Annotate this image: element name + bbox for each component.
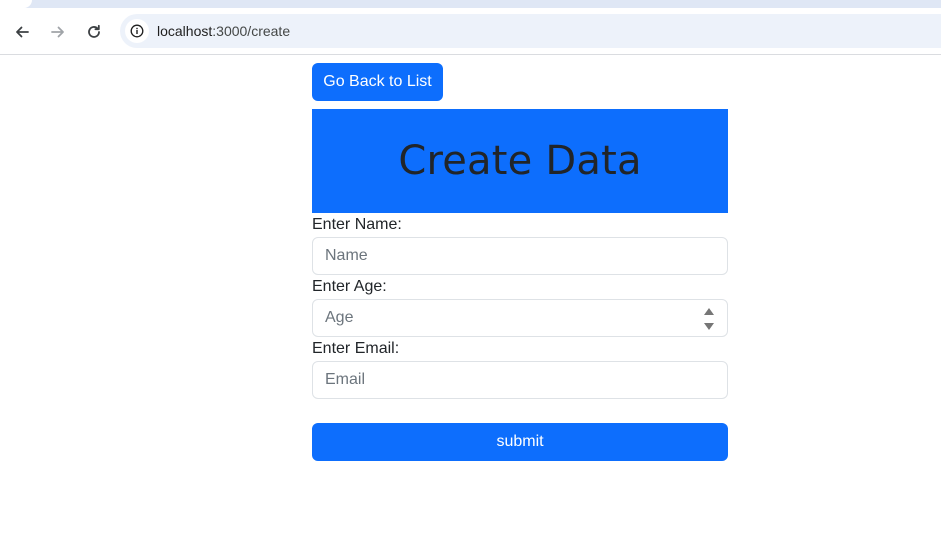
page-header-banner: Create Data: [312, 109, 728, 213]
email-label: Enter Email:: [312, 340, 400, 357]
go-back-button[interactable]: Go Back to List: [312, 63, 443, 101]
browser-toolbar: localhost:3000/create: [0, 8, 941, 55]
url-host: localhost: [157, 23, 213, 39]
age-input[interactable]: Age: [312, 299, 728, 337]
address-bar[interactable]: localhost:3000/create: [120, 14, 941, 48]
name-input[interactable]: Name: [312, 237, 728, 275]
arrow-left-icon: [16, 26, 29, 38]
email-placeholder: Email: [325, 371, 366, 388]
arrow-right-icon: [51, 26, 64, 38]
age-spinner[interactable]: [703, 308, 715, 330]
spin-up-icon[interactable]: [704, 308, 714, 315]
page-title: Create Data: [398, 138, 642, 184]
submit-button[interactable]: submit: [312, 423, 728, 461]
name-label: Enter Name:: [312, 216, 402, 233]
email-input[interactable]: Email: [312, 361, 728, 399]
back-button[interactable]: [8, 18, 36, 46]
name-placeholder: Name: [325, 247, 368, 264]
active-tab-edge[interactable]: [0, 0, 32, 8]
tab-strip: [0, 0, 941, 8]
reload-icon: [88, 24, 100, 38]
url-text[interactable]: localhost:3000/create: [157, 23, 290, 39]
age-label: Enter Age:: [312, 278, 387, 295]
site-info-button[interactable]: [125, 19, 149, 43]
spin-down-icon[interactable]: [704, 323, 714, 330]
info-icon: [130, 24, 144, 38]
reload-button[interactable]: [80, 18, 108, 46]
age-placeholder: Age: [325, 309, 354, 326]
url-path: :3000/create: [212, 23, 291, 39]
forward-button[interactable]: [44, 18, 72, 46]
